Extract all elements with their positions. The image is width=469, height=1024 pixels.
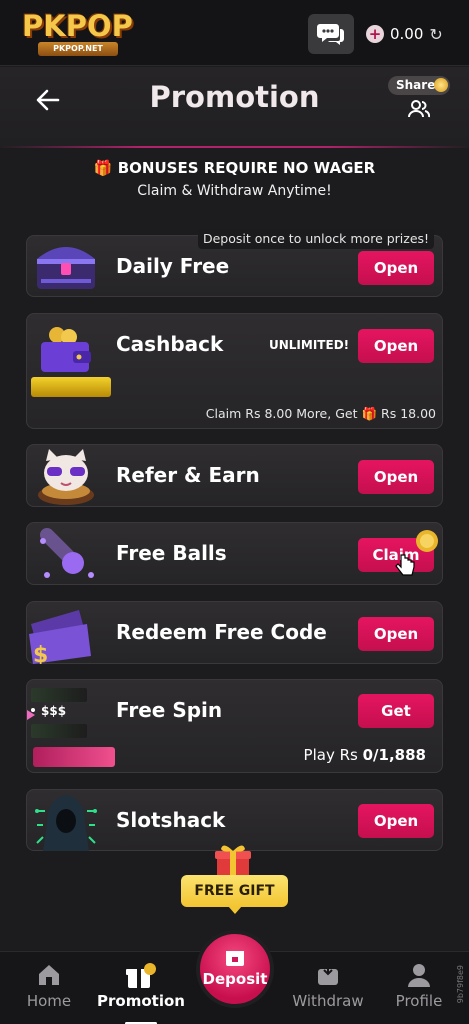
free-balls-label: Free Balls bbox=[116, 541, 227, 565]
ticket-icon: $ bbox=[29, 610, 91, 664]
people-icon bbox=[408, 100, 430, 118]
bonus-notice-subtitle: Claim & Withdraw Anytime! bbox=[137, 183, 332, 199]
free-spin-play-info: Play Rs 0/1,888 bbox=[304, 746, 426, 764]
pkpop-logo[interactable]: PKPOP PKPOP.NET bbox=[22, 9, 133, 57]
cashback-info-prefix: Claim Rs 8.00 More, Get bbox=[205, 406, 358, 421]
refresh-icon[interactable]: ↻ bbox=[429, 25, 442, 44]
slotshack-label: Slotshack bbox=[116, 808, 226, 832]
free-balls-card[interactable]: Free Balls Claim bbox=[26, 522, 443, 585]
nav-profile-label: Profile bbox=[395, 992, 443, 1010]
comet-ball-icon bbox=[40, 528, 94, 578]
nav-profile[interactable]: Profile bbox=[374, 962, 464, 1010]
hooded-hacker-icon bbox=[35, 795, 97, 851]
free-spin-progress-bar bbox=[33, 747, 115, 767]
refer-open-button[interactable]: Open bbox=[358, 460, 434, 494]
treasure-chest-icon bbox=[37, 247, 95, 289]
bonus-notice-title: 🎁 BONUSES REQUIRE NO WAGER bbox=[0, 159, 469, 177]
nav-withdraw[interactable]: Withdraw bbox=[283, 962, 373, 1010]
bonus-title-text: BONUSES REQUIRE NO WAGER bbox=[117, 159, 376, 177]
nav-promotion-label: Promotion bbox=[97, 992, 185, 1010]
unlimited-badge: UNLIMITED! bbox=[269, 338, 350, 352]
free-spin-get-button[interactable]: Get bbox=[358, 694, 434, 728]
nav-promotion[interactable]: Promotion bbox=[96, 962, 186, 1010]
coin-icon bbox=[434, 78, 448, 92]
chat-button[interactable] bbox=[308, 14, 354, 54]
cashback-progress-bar bbox=[31, 377, 111, 397]
play-value: 0/1,888 bbox=[362, 746, 426, 764]
profile-icon bbox=[374, 962, 464, 992]
slotshack-card[interactable]: Slotshack Open bbox=[26, 789, 443, 851]
withdraw-icon bbox=[283, 962, 373, 992]
deposit-label: Deposit bbox=[202, 970, 268, 988]
play-prefix: Play Rs bbox=[303, 746, 358, 764]
gift-icon: 🎁 bbox=[361, 406, 378, 421]
cashback-open-button[interactable]: Open bbox=[358, 329, 434, 363]
header-divider bbox=[0, 146, 469, 148]
redeem-code-card[interactable]: $ Redeem Free Code Open bbox=[26, 601, 443, 664]
cashback-card[interactable]: Cashback UNLIMITED! Open Claim Rs 8.00 M… bbox=[26, 313, 443, 429]
deposit-tip: Deposit once to unlock more prizes! bbox=[198, 229, 434, 249]
free-gift-button[interactable]: FREE GIFT bbox=[181, 875, 288, 914]
cashback-info-amount: Rs 18.00 bbox=[381, 406, 436, 421]
cashback-label: Cashback bbox=[116, 332, 224, 356]
daily-free-open-button[interactable]: Open bbox=[358, 251, 434, 285]
gift-box-icon bbox=[215, 845, 251, 877]
balance-value: 0.00 bbox=[390, 25, 424, 43]
cashback-info: Claim Rs 8.00 More, Get 🎁 Rs 18.00 bbox=[206, 406, 436, 422]
deposit-button[interactable]: Deposit bbox=[196, 930, 274, 1008]
promotion-gift-icon bbox=[96, 962, 186, 992]
spin-art-text: $$$ bbox=[41, 704, 67, 718]
hand-cursor-icon bbox=[395, 554, 415, 576]
coin-icon bbox=[416, 530, 438, 552]
top-bar: PKPOP PKPOP.NET + 0.00 ↻ bbox=[0, 0, 469, 66]
free-spin-label: Free Spin bbox=[116, 698, 223, 722]
free-spin-card[interactable]: $$$ Free Spin Get Play Rs 0/1,888 bbox=[26, 679, 443, 773]
redeem-code-label: Redeem Free Code bbox=[116, 620, 327, 644]
nav-home-label: Home bbox=[26, 992, 72, 1010]
redeem-open-button[interactable]: Open bbox=[358, 617, 434, 651]
slotshack-open-button[interactable]: Open bbox=[358, 804, 434, 838]
chat-icon bbox=[317, 24, 344, 45]
logo-subtext: PKPOP.NET bbox=[38, 42, 118, 56]
home-icon bbox=[4, 962, 94, 992]
gift-icon: 🎁 bbox=[93, 159, 113, 177]
refer-earn-label: Refer & Earn bbox=[116, 463, 260, 487]
refer-earn-card[interactable]: Refer & Earn Open bbox=[26, 444, 443, 507]
deposit-icon bbox=[226, 951, 244, 966]
side-id-text: 9b79f8e9 bbox=[456, 965, 465, 1004]
cat-mascot-icon bbox=[38, 449, 94, 505]
nav-withdraw-label: Withdraw bbox=[292, 992, 364, 1010]
svg-text:$: $ bbox=[33, 643, 48, 664]
wallet-coins-icon bbox=[41, 327, 91, 372]
spin-reel-art: $$$ bbox=[27, 688, 101, 738]
balance-display[interactable]: + 0.00 ↻ bbox=[362, 14, 458, 54]
logo-text: PKPOP bbox=[22, 9, 133, 43]
add-funds-icon[interactable]: + bbox=[366, 25, 384, 43]
nav-home[interactable]: Home bbox=[4, 962, 94, 1010]
daily-free-label: Daily Free bbox=[116, 254, 230, 278]
share-button[interactable]: Share bbox=[388, 76, 450, 122]
